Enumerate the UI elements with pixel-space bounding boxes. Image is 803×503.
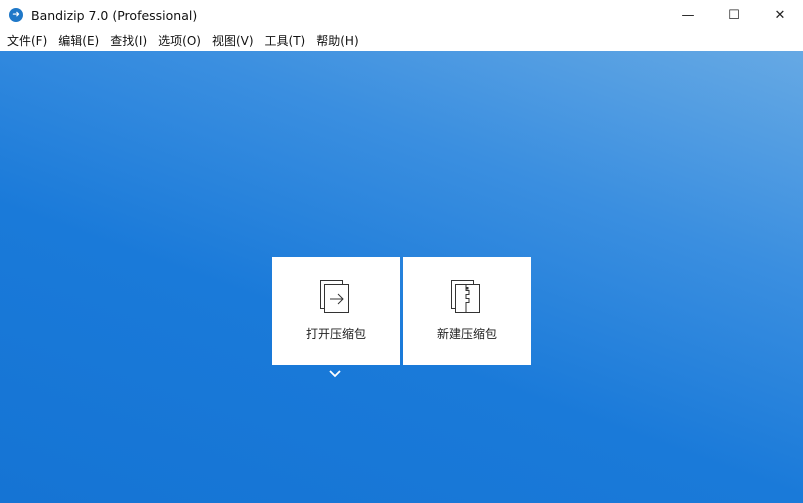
menu-tools[interactable]: 工具(T) (261, 32, 313, 49)
maximize-button[interactable]: ☐ (711, 0, 757, 30)
create-archive-button[interactable]: 新建压缩包 (403, 257, 531, 365)
open-archive-icon (319, 279, 353, 315)
menu-view[interactable]: 视图(V) (208, 32, 261, 49)
bandizip-logo-icon: ➜ (9, 8, 23, 22)
menu-options[interactable]: 选项(O) (154, 32, 208, 49)
menu-find[interactable]: 查找(I) (106, 32, 154, 49)
menu-bar: 文件(F) 编辑(E) 查找(I) 选项(O) 视图(V) 工具(T) 帮助(H… (0, 30, 803, 51)
menu-file[interactable]: 文件(F) (3, 32, 54, 49)
close-button[interactable]: ✕ (757, 0, 803, 30)
open-archive-label: 打开压缩包 (306, 325, 366, 342)
zip-file-icon (450, 279, 484, 315)
menu-edit[interactable]: 编辑(E) (54, 32, 106, 49)
title-bar: ➜ Bandizip 7.0 (Professional) — ☐ ✕ (0, 0, 803, 30)
main-area: 打开压缩包 新建压缩包 (0, 51, 803, 503)
create-archive-label: 新建压缩包 (437, 325, 497, 342)
minimize-button[interactable]: — (665, 0, 711, 30)
chevron-down-icon[interactable] (328, 369, 342, 379)
menu-help[interactable]: 帮助(H) (312, 32, 365, 49)
open-archive-button[interactable]: 打开压缩包 (272, 257, 400, 365)
window-title: Bandizip 7.0 (Professional) (31, 8, 197, 23)
